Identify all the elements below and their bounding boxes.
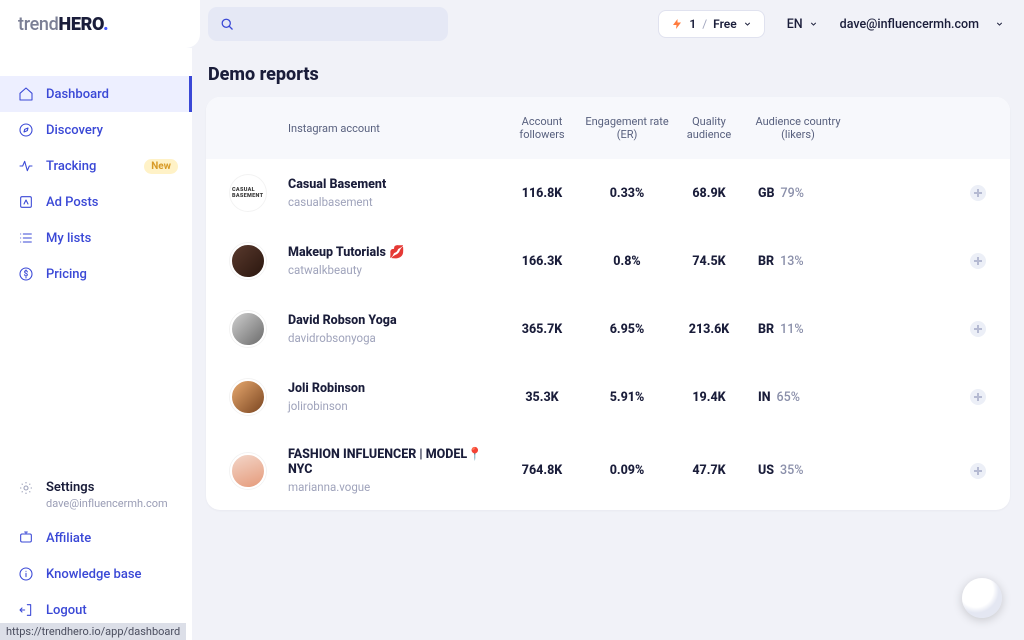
sidebar-item-mylists[interactable]: My lists — [0, 220, 192, 256]
chevron-down-icon — [809, 19, 818, 29]
col-quality: Quality audience — [670, 115, 748, 141]
avatar — [230, 379, 266, 415]
logo[interactable]: trendHERO. — [0, 0, 200, 48]
add-to-list-button[interactable] — [970, 185, 986, 201]
plan-label: Free — [713, 17, 737, 31]
avatar — [230, 311, 266, 347]
support-chat-button[interactable] — [962, 578, 1002, 618]
sidebar-item-kb[interactable]: Knowledge base — [0, 556, 192, 592]
activity-icon — [18, 158, 34, 174]
avatar — [230, 243, 266, 279]
sidebar-item-settings[interactable]: Settings dave@influencermh.com — [0, 470, 192, 520]
col-account: Instagram account — [230, 122, 500, 135]
sidebar: Dashboard Discovery Tracking New Ad Post… — [0, 48, 192, 640]
plan-count: 1 — [689, 17, 696, 31]
col-followers: Account followers — [500, 115, 584, 141]
sidebar-item-adposts[interactable]: Ad Posts — [0, 184, 192, 220]
compass-icon — [18, 122, 34, 138]
add-to-list-button[interactable] — [970, 463, 986, 479]
affiliate-icon — [18, 530, 34, 546]
table-row[interactable]: David Robson Yogadavidrobsonyoga 365.7K … — [206, 295, 1010, 363]
reports-table: Instagram account Account followers Enga… — [206, 97, 1010, 510]
table-row[interactable]: CASUAL BASEMENT Casual Basementcasualbas… — [206, 159, 1010, 227]
sidebar-item-tracking[interactable]: Tracking New — [0, 148, 192, 184]
search-icon — [220, 17, 235, 32]
add-to-list-button[interactable] — [970, 253, 986, 269]
add-to-list-button[interactable] — [970, 321, 986, 337]
gear-icon — [18, 480, 34, 496]
col-er: Engagement rate (ER) — [584, 115, 670, 141]
sidebar-item-affiliate[interactable]: Affiliate — [0, 520, 192, 556]
chevron-down-icon — [995, 19, 1004, 29]
table-row[interactable]: Makeup Tutorials 💋catwalkbeauty 166.3K 0… — [206, 227, 1010, 295]
sidebar-item-pricing[interactable]: Pricing — [0, 256, 192, 292]
sidebar-item-dashboard[interactable]: Dashboard — [0, 76, 192, 112]
avatar — [230, 453, 266, 489]
language-selector[interactable]: EN — [787, 17, 818, 32]
post-icon — [18, 194, 34, 210]
user-menu[interactable]: dave@influencermh.com — [840, 17, 1004, 32]
col-country: Audience country (likers) — [748, 115, 848, 141]
dollar-icon — [18, 266, 34, 282]
table-row[interactable]: Joli Robinsonjolirobinson 35.3K 5.91% 19… — [206, 363, 1010, 431]
home-icon — [18, 86, 34, 102]
chevron-down-icon — [743, 19, 752, 29]
table-row[interactable]: FASHION INFLUENCER | MODEL📍NYCmarianna.v… — [206, 431, 1010, 510]
logout-icon — [18, 602, 34, 618]
search-input[interactable] — [208, 7, 448, 41]
page-title: Demo reports — [208, 64, 1010, 85]
status-bar-url: https://trendhero.io/app/dashboard — [0, 623, 186, 640]
sidebar-item-discovery[interactable]: Discovery — [0, 112, 192, 148]
list-icon — [18, 230, 34, 246]
info-icon — [18, 566, 34, 582]
add-to-list-button[interactable] — [970, 389, 986, 405]
avatar: CASUAL BASEMENT — [230, 175, 266, 211]
plan-selector[interactable]: 1 / Free — [658, 10, 764, 38]
bolt-icon — [671, 17, 683, 31]
new-badge: New — [144, 159, 178, 174]
